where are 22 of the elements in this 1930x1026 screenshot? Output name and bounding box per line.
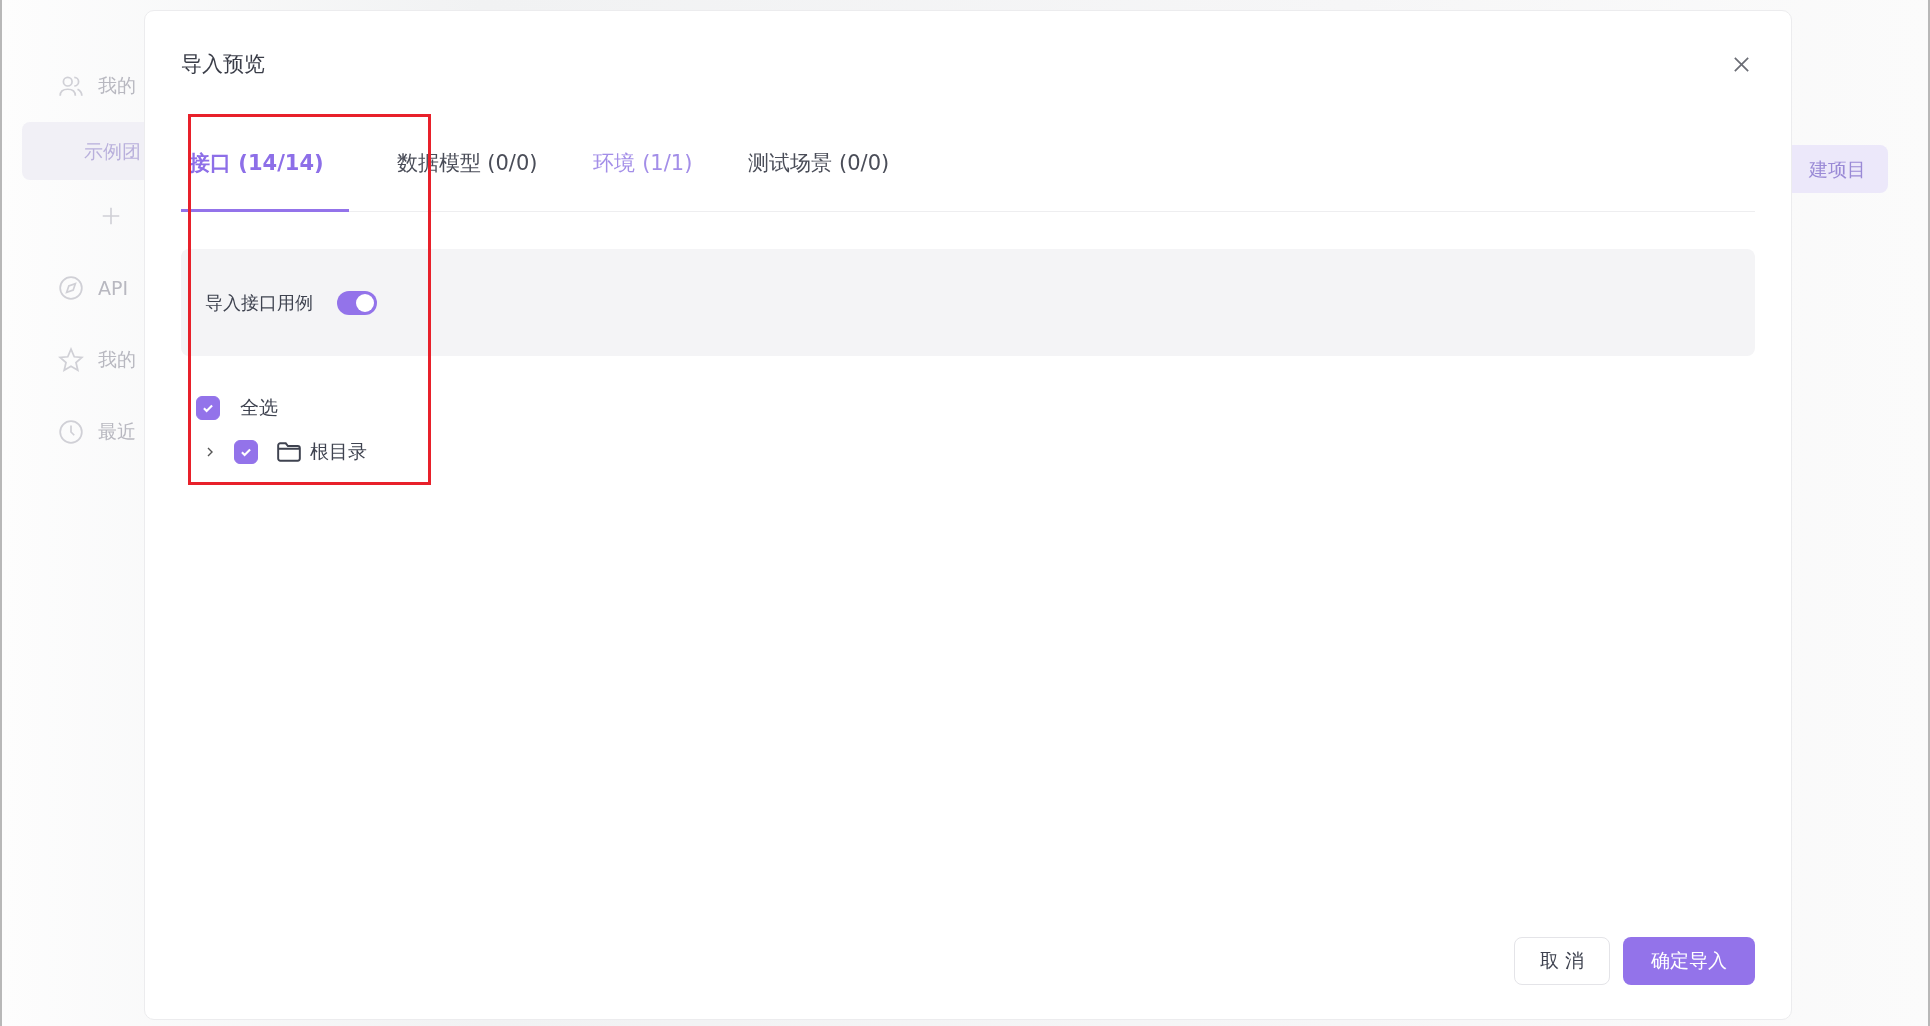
tab[interactable]: 接口 (14/14) [181, 117, 349, 212]
sidebar-label[interactable]: 我的 [98, 73, 136, 99]
tab[interactable]: 测试场景 (0/0) [740, 117, 898, 212]
star-icon [58, 347, 84, 373]
tab[interactable]: 环境 (1/1) [585, 117, 701, 212]
dialog-title: 导入预览 [181, 51, 265, 78]
compass-icon [58, 275, 84, 301]
chevron-icon[interactable] [206, 446, 214, 458]
sidebar-label[interactable]: 最近 [98, 419, 136, 445]
clock-icon [58, 419, 84, 445]
cancel-button[interactable]: 取 消 [1514, 937, 1610, 985]
checkbox[interactable] [196, 396, 220, 420]
sidebar-label[interactable]: API [98, 277, 129, 299]
option-label: 导入接口用例 [205, 290, 313, 315]
close-icon[interactable] [1732, 54, 1751, 74]
confirm-button[interactable]: 确定导入 [1623, 937, 1755, 985]
checkbox[interactable] [234, 440, 258, 464]
toggle-switch[interactable] [337, 290, 377, 315]
select-all-label: 全选 [240, 395, 278, 420]
sidebar-label[interactable]: 我的 [98, 347, 136, 373]
tree-item-label[interactable]: 根目录 [310, 439, 367, 465]
folder-icon [276, 441, 302, 463]
